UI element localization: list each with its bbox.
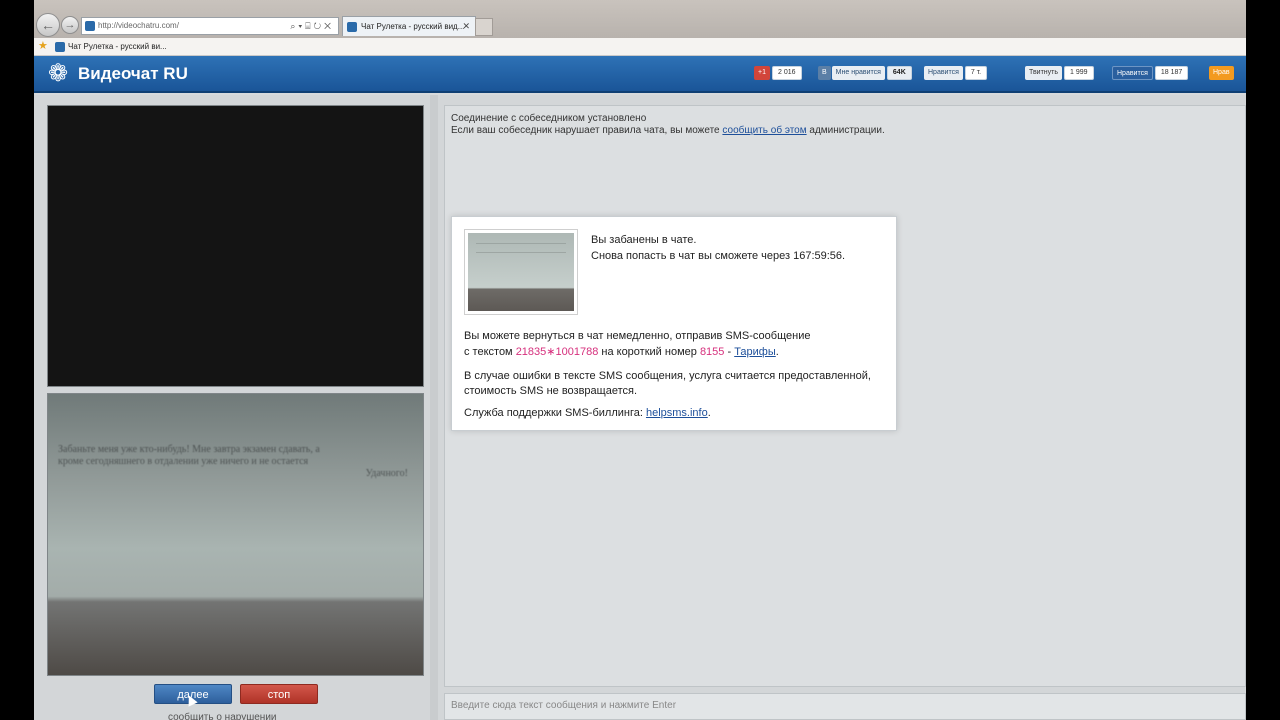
- favorites-star-icon[interactable]: ★: [38, 38, 48, 55]
- sms-dash: -: [724, 346, 735, 358]
- system-messages: Соединение с собеседником установлено Ес…: [451, 113, 885, 137]
- gplus-count: 2 016: [771, 66, 802, 80]
- sms-details: с текстом 21835∗1001788 на короткий номе…: [464, 344, 884, 360]
- tweet-button[interactable]: Твитнуть: [1025, 66, 1063, 80]
- browser-titlebar: ← → http://videochatru.com/ ⌕▾⌸↻✕ Чат Ру…: [34, 0, 1246, 38]
- tariffs-link[interactable]: Тарифы: [734, 346, 776, 358]
- address-tools-icons[interactable]: ⌕▾⌸↻✕: [290, 18, 334, 34]
- sms-mid: на короткий номер: [598, 346, 700, 358]
- remote-video: [47, 105, 424, 387]
- favorites-bar: ★ Чат Рулетка - русский ви...: [34, 38, 1246, 56]
- sms-period: .: [775, 346, 779, 358]
- site-logo[interactable]: Видеочат RU: [78, 64, 188, 84]
- logo-icon[interactable]: ❁: [48, 62, 68, 86]
- sms-error-note: В случае ошибки в тексте SMS сообщения, …: [464, 369, 884, 399]
- forward-button[interactable]: →: [61, 16, 79, 34]
- note-line: Удачного!: [365, 468, 408, 479]
- ok-like-button[interactable]: Нрав: [1209, 66, 1234, 80]
- support-prefix: Служба поддержки SMS-биллинга:: [464, 407, 646, 419]
- support-link[interactable]: helpsms.info: [646, 407, 708, 419]
- splitter[interactable]: [430, 95, 438, 720]
- local-video: Забаньте меня уже кто-нибудь! Мне завтра…: [47, 393, 424, 676]
- vk-widget[interactable]: В Мне нравится 64K: [818, 66, 912, 80]
- stop-button[interactable]: стоп: [240, 684, 318, 704]
- note-line: Забаньте меня уже кто-нибудь! Мне завтра…: [58, 444, 320, 455]
- ban-timer: Снова попасть в чат вы сможете через 167…: [591, 250, 846, 262]
- ban-info: Вы забанены в чате. Снова попасть в чат …: [591, 232, 845, 264]
- twitter-widget[interactable]: Твитнуть 1 999: [1025, 66, 1094, 80]
- mailru-like-button[interactable]: Нравится: [1112, 66, 1153, 80]
- ok-widget[interactable]: Нрав: [1209, 66, 1234, 80]
- sms-line: Вы можете вернуться в чат немедленно, от…: [464, 330, 811, 342]
- fb-widget[interactable]: Нравится 7 т.: [924, 66, 988, 80]
- fb-count: 7 т.: [964, 66, 988, 80]
- mailru-count: 18 187: [1154, 66, 1189, 80]
- rules-message: Если ваш собеседник нарушает правила чат…: [451, 125, 885, 137]
- tab-title: Чат Рулетка - русский вид...: [361, 22, 465, 31]
- vk-like-button[interactable]: Мне нравится: [831, 66, 885, 80]
- screen: ← → http://videochatru.com/ ⌕▾⌸↻✕ Чат Ру…: [0, 0, 1280, 720]
- gplus-button[interactable]: +1: [754, 66, 770, 80]
- tweet-count: 1 999: [1064, 66, 1094, 80]
- note-line: кроме сегодняшнего в отдалении уже ничег…: [58, 456, 309, 467]
- favorite-favicon-icon: [55, 42, 65, 52]
- sms-info: Вы можете вернуться в чат немедленно, от…: [464, 328, 884, 360]
- mailru-widget[interactable]: Нравится 18 187: [1112, 66, 1189, 80]
- tab-close-icon[interactable]: ✕: [462, 17, 470, 36]
- support-suffix: .: [707, 407, 711, 419]
- address-url: http://videochatru.com/: [98, 21, 179, 30]
- back-arrow-icon: ←: [41, 17, 55, 33]
- sms-code: 21835∗1001788: [515, 346, 599, 358]
- vk-count: 64K: [886, 66, 912, 80]
- vk-icon: В: [818, 66, 831, 80]
- error-line: В случае ошибки в тексте SMS сообщения, …: [464, 370, 871, 382]
- tab-favicon-icon: [347, 22, 357, 32]
- chat-message-input[interactable]: Введите сюда текст сообщения и нажмите E…: [444, 693, 1246, 720]
- sms-prefix: с текстом: [464, 346, 516, 358]
- forward-arrow-icon: →: [64, 19, 76, 31]
- gplus-widget[interactable]: +1 2 016: [754, 66, 802, 80]
- fb-like-button[interactable]: Нравится: [924, 66, 963, 80]
- local-video-note: Забаньте меня уже кто-нибудь! Мне завтра…: [58, 444, 408, 480]
- site-favicon-icon: [85, 21, 95, 31]
- error-line: стоимость SMS не возвращается.: [464, 385, 638, 397]
- ban-snapshot: [464, 229, 578, 315]
- report-abuse-link[interactable]: сообщить об этом: [722, 125, 806, 136]
- address-bar[interactable]: http://videochatru.com/ ⌕▾⌸↻✕: [81, 17, 339, 35]
- ban-dialog: Вы забанены в чате. Снова попасть в чат …: [451, 216, 897, 431]
- support-info: Служба поддержки SMS-биллинга: helpsms.i…: [464, 407, 711, 419]
- favorite-item[interactable]: Чат Рулетка - русский ви...: [68, 38, 167, 55]
- connected-message: Соединение с собеседником установлено: [451, 113, 647, 124]
- report-link[interactable]: сообщить о нарушении: [168, 712, 277, 720]
- new-tab-button[interactable]: [475, 18, 493, 36]
- rules-suffix: администрации.: [806, 125, 885, 136]
- browser-tab[interactable]: Чат Рулетка - русский вид... ✕: [342, 16, 476, 36]
- ban-title: Вы забанены в чате.: [591, 234, 697, 246]
- sms-number: 8155: [699, 346, 725, 358]
- browser-window: ← → http://videochatru.com/ ⌕▾⌸↻✕ Чат Ру…: [34, 0, 1246, 720]
- site-header: ❁ Видеочат RU +1 2 016 В Мне нравится 64K Н…: [34, 56, 1246, 93]
- rules-prefix: Если ваш собеседник нарушает правила чат…: [451, 125, 723, 136]
- back-button[interactable]: ←: [36, 13, 60, 37]
